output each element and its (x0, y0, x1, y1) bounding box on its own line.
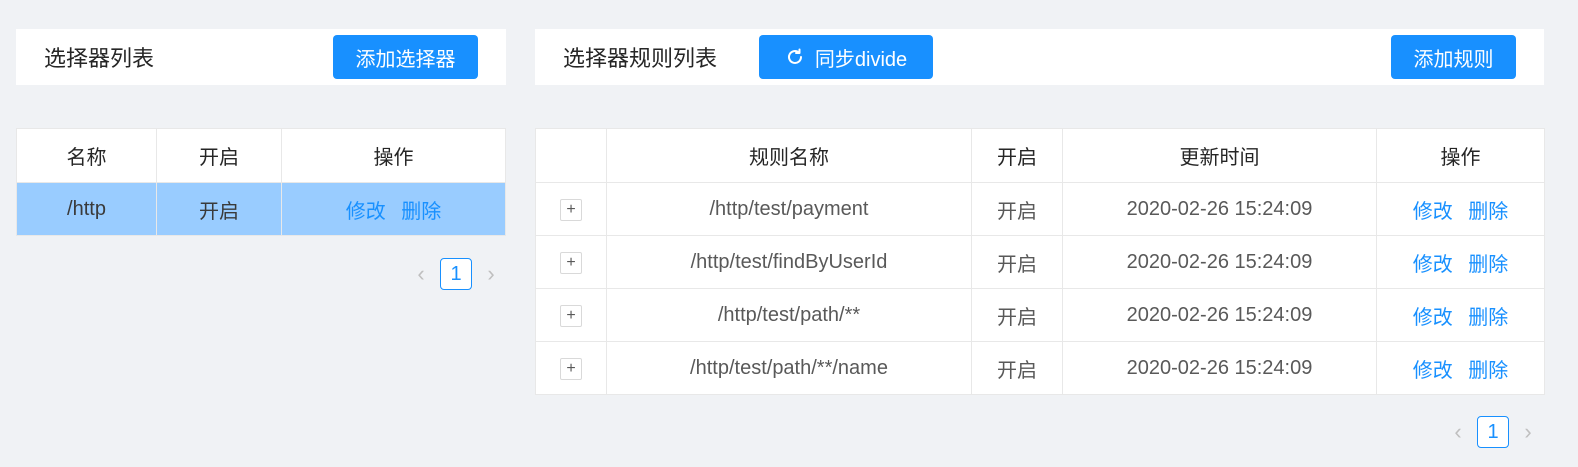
table-row: + /http/test/path/**/name 开启 2020-02-26 … (535, 341, 1545, 395)
sync-divide-button[interactable]: 同步divide (759, 35, 934, 79)
updated-time: 2020-02-26 15:24:09 (1062, 341, 1377, 395)
chevron-left-icon[interactable]: ‹ (410, 261, 432, 287)
table-row: + /http/test/payment 开启 2020-02-26 15:24… (535, 182, 1545, 236)
rule-pagination: ‹ 1 › (1447, 416, 1539, 448)
edit-link[interactable]: 修改 (1413, 201, 1453, 223)
expand-row-icon[interactable]: + (560, 199, 582, 221)
rule-list-header: 选择器规则列表 同步divide 添加规则 (535, 29, 1544, 85)
selector-name: /http (16, 182, 157, 236)
selector-table: 名称 开启 操作 /http 开启 修改 删除 (16, 128, 506, 236)
updated-time: 2020-02-26 15:24:09 (1062, 182, 1377, 236)
column-header-status: 开启 (156, 128, 282, 183)
expand-row-icon[interactable]: + (560, 252, 582, 274)
delete-link[interactable]: 删除 (1468, 201, 1508, 223)
rule-name: /http/test/findByUserId (606, 235, 972, 289)
column-header-name: 名称 (16, 128, 157, 183)
status-badge: 开启 (971, 341, 1063, 395)
edit-link[interactable]: 修改 (1413, 360, 1453, 382)
edit-link[interactable]: 修改 (1413, 254, 1453, 276)
rule-list-title: 选择器规则列表 (563, 46, 718, 71)
selector-pagination: ‹ 1 › (410, 258, 502, 290)
selector-list-header: 选择器列表 添加选择器 (16, 29, 506, 85)
rule-name: /http/test/path/**/name (606, 341, 972, 395)
row-actions: 修改 删除 (1376, 235, 1545, 289)
page-number-button[interactable]: 1 (440, 258, 472, 290)
table-row: + /http/test/findByUserId 开启 2020-02-26 … (535, 235, 1545, 289)
rule-name: /http/test/path/** (606, 288, 972, 342)
selector-table-header: 名称 开启 操作 (16, 128, 506, 183)
row-actions: 修改 删除 (1376, 182, 1545, 236)
column-header-expand (535, 128, 607, 183)
edit-link[interactable]: 修改 (1413, 307, 1453, 329)
row-actions: 修改 删除 (1376, 341, 1545, 395)
chevron-right-icon[interactable]: › (1517, 419, 1539, 445)
delete-link[interactable]: 删除 (1468, 360, 1508, 382)
delete-link[interactable]: 删除 (1468, 254, 1508, 276)
status-badge: 开启 (971, 235, 1063, 289)
updated-time: 2020-02-26 15:24:09 (1062, 235, 1377, 289)
column-header-actions: 操作 (1376, 128, 1545, 183)
status-badge: 开启 (156, 182, 282, 236)
edit-link[interactable]: 修改 (346, 201, 386, 223)
row-actions: 修改 删除 (281, 182, 506, 236)
sync-icon (785, 47, 805, 67)
table-row: + /http/test/path/** 开启 2020-02-26 15:24… (535, 288, 1545, 342)
chevron-left-icon[interactable]: ‹ (1447, 419, 1469, 445)
column-header-updated: 更新时间 (1062, 128, 1377, 183)
expand-row-icon[interactable]: + (560, 358, 582, 380)
page-number-button[interactable]: 1 (1477, 416, 1509, 448)
rule-name: /http/test/payment (606, 182, 972, 236)
row-actions: 修改 删除 (1376, 288, 1545, 342)
updated-time: 2020-02-26 15:24:09 (1062, 288, 1377, 342)
selector-list-title: 选择器列表 (44, 46, 155, 71)
add-rule-button[interactable]: 添加规则 (1391, 35, 1516, 79)
status-badge: 开启 (971, 182, 1063, 236)
add-selector-button[interactable]: 添加选择器 (333, 35, 478, 79)
rule-table-header: 规则名称 开启 更新时间 操作 (535, 128, 1545, 183)
chevron-right-icon[interactable]: › (480, 261, 502, 287)
rule-table: 规则名称 开启 更新时间 操作 + /http/test/payment 开启 … (535, 128, 1545, 395)
column-header-rule-name: 规则名称 (606, 128, 972, 183)
expand-row-icon[interactable]: + (560, 305, 582, 327)
column-header-actions: 操作 (281, 128, 506, 183)
column-header-status: 开启 (971, 128, 1063, 183)
table-row[interactable]: /http 开启 修改 删除 (16, 182, 506, 236)
sync-divide-label: 同步divide (814, 48, 908, 71)
delete-link[interactable]: 删除 (1468, 307, 1508, 329)
status-badge: 开启 (971, 288, 1063, 342)
delete-link[interactable]: 删除 (401, 201, 441, 223)
